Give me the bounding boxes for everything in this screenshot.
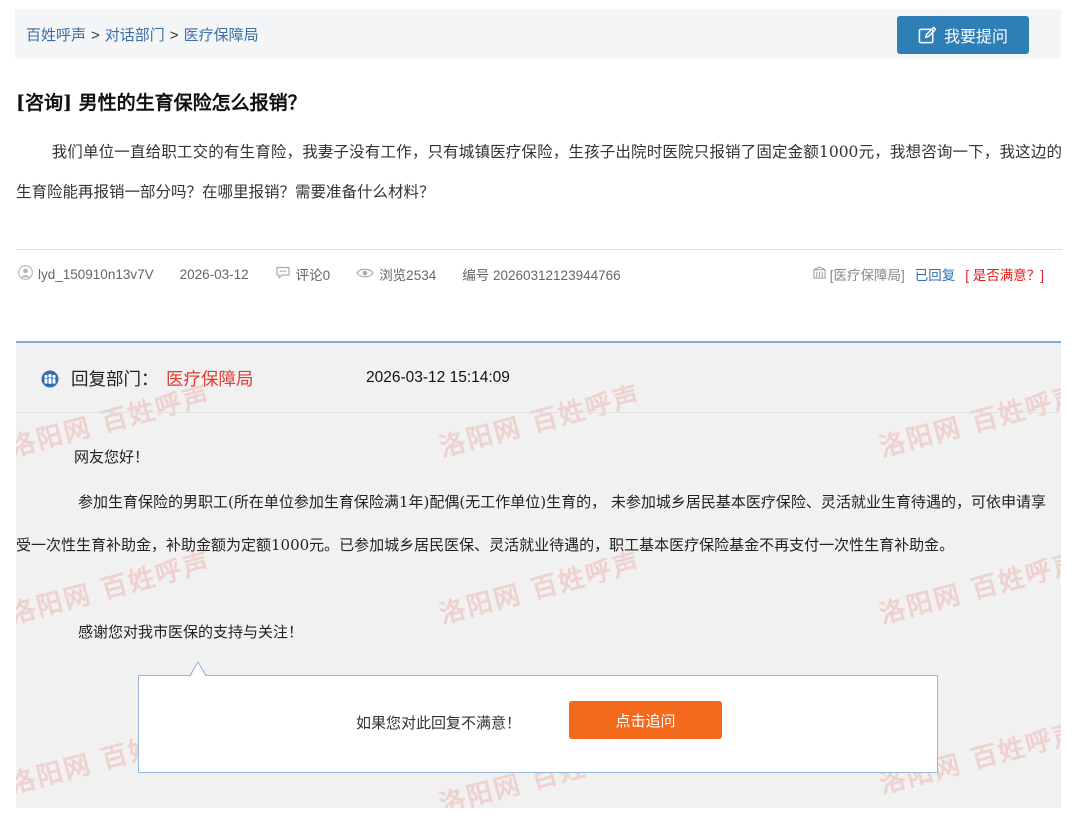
reply-body: 参加生育保险的男职工(所在单位参加生育保险满1年)配偶(无工作单位)生育的， 未… bbox=[16, 493, 1046, 554]
question-title: [咨询] 男性的生育保险怎么报销？ bbox=[16, 88, 307, 115]
edit-icon bbox=[918, 26, 937, 45]
breadcrumb-separator: > bbox=[91, 27, 100, 44]
reply-thanks: 感谢您对我市医保的支持与关注！ bbox=[78, 623, 304, 641]
question-body: 我们单位一直给职工交的有生育险，我妻子没有工作，只有城镇医疗保险，生孩子出院时医… bbox=[16, 143, 1062, 201]
comment-icon bbox=[275, 265, 291, 283]
department-icon bbox=[813, 266, 826, 282]
replied-status: 已回复 bbox=[914, 268, 956, 283]
breadcrumb-item-departments[interactable]: 对话部门 bbox=[105, 26, 165, 44]
view-count: 浏览2534 bbox=[379, 268, 437, 283]
satisfaction-link[interactable]: [ 是否满意？] bbox=[965, 264, 1044, 284]
follow-up-box: 如果您对此回复不满意！ 点击追问 bbox=[138, 661, 938, 773]
question-meta: lyd_150910n13v7V 2026-03-12 评论0 浏览2534 编… bbox=[18, 263, 647, 285]
eye-icon bbox=[356, 267, 374, 282]
follow-up-pointer-fill bbox=[190, 663, 206, 677]
question-tag: [咨询] bbox=[16, 92, 72, 114]
follow-up-button[interactable]: 点击追问 bbox=[569, 701, 722, 739]
reply-greeting: 网友您好！ bbox=[74, 448, 150, 466]
post-date: 2026-03-12 bbox=[179, 266, 249, 282]
breadcrumb-item-current[interactable]: 医疗保障局 bbox=[184, 26, 259, 44]
breadcrumb-separator: > bbox=[169, 27, 179, 44]
ask-question-button[interactable]: 我要提问 bbox=[897, 16, 1029, 54]
reply-timestamp: 2026-03-12 15:14:09 bbox=[366, 369, 510, 386]
question-title-text: 男性的生育保险怎么报销？ bbox=[78, 92, 307, 114]
reply-department-name[interactable]: 医疗保障局 bbox=[166, 366, 254, 391]
reply-header: 回复部门： 医疗保障局 2026-03-12 15:14:09 bbox=[16, 343, 1061, 413]
divider bbox=[16, 249, 1062, 250]
reply-panel: 洛阳网 百姓呼声 洛阳网 百姓呼声 洛阳网 百姓呼声 洛阳网 百姓呼声 洛阳网 … bbox=[16, 341, 1061, 808]
user-icon bbox=[18, 265, 33, 283]
reply-department-label: 回复部门： bbox=[71, 370, 159, 390]
question-status: [医疗保障局] 已回复 [ 是否满意？] bbox=[813, 263, 1044, 285]
department-group-icon bbox=[40, 370, 60, 392]
top-bar: 百姓呼声 > 对话部门 > 医疗保障局 我要提问 bbox=[15, 9, 1061, 59]
meta-department[interactable]: [医疗保障局] bbox=[830, 264, 905, 284]
breadcrumb-item-home[interactable]: 百姓呼声 bbox=[26, 26, 86, 44]
author-name[interactable]: lyd_150910n13v7V bbox=[38, 267, 154, 282]
question-number: 编号 20260312123944766 bbox=[462, 268, 621, 283]
breadcrumb: 百姓呼声 > 对话部门 > 医疗保障局 bbox=[26, 24, 259, 45]
ask-question-label: 我要提问 bbox=[943, 27, 1008, 46]
comment-count[interactable]: 评论0 bbox=[296, 264, 331, 284]
follow-up-prompt: 如果您对此回复不满意！ bbox=[356, 714, 522, 732]
